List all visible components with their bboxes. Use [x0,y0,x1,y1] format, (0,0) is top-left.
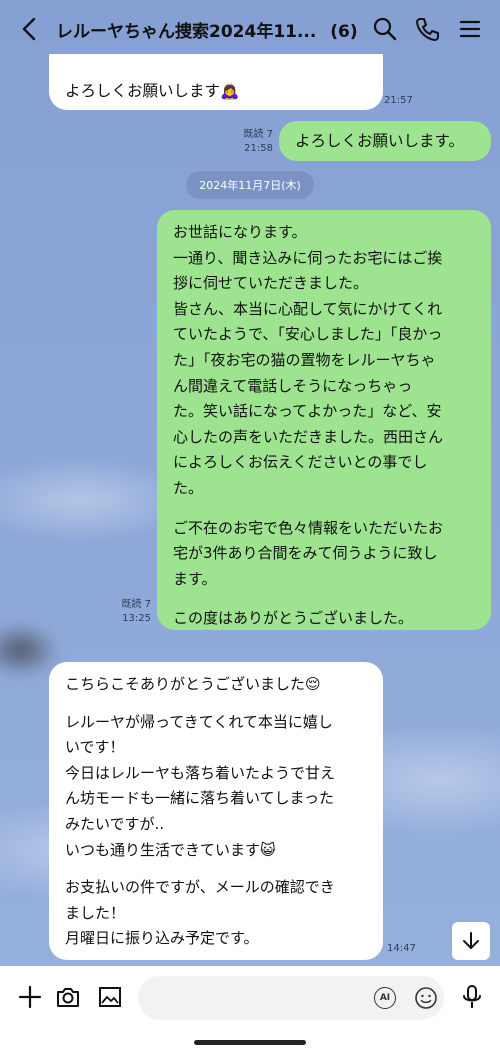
received-message-bubble[interactable]: よろしくお願いします🙇‍♀️ [49,54,383,110]
message-time: 21:58 [244,143,273,154]
menu-icon[interactable] [455,14,485,44]
chat-title-text: レルーヤちゃん捜索2024年11... [56,22,317,42]
date-separator: 2024年11月7日(木) [186,171,314,199]
read-receipt: 既読 7 21:58 [230,128,273,156]
message-paragraph: お支払いの件ですが、メールの確認でき ました！ 月曜日に振り込み予定です。 [65,878,335,948]
mic-icon[interactable] [458,983,486,1011]
home-indicator[interactable] [194,1040,306,1045]
message-text: よろしくお願いします🙇‍♀️ [65,82,240,100]
back-icon[interactable] [16,14,44,44]
message-paragraph: こちらこそありがとうございました😌 [65,675,321,693]
message-paragraph: お世話になります。 一通り、聞き込みに伺ったお宅にはご挨 拶に伺せていただきまし… [173,223,444,497]
chat-title: レルーヤちゃん捜索2024年11... (6) [56,17,358,42]
message-paragraph: この度はありがとうございました。 [173,609,414,628]
plus-icon[interactable] [16,983,44,1011]
received-message-bubble[interactable]: こちらこそありがとうございました😌 レルーヤが帰ってきてくれて本当に嬉し いです… [49,662,383,960]
arrow-down-icon [463,932,479,949]
scroll-to-bottom-button[interactable] [452,922,490,960]
emoji-icon[interactable] [414,986,438,1010]
message-time: 21:57 [384,95,413,106]
ai-icon[interactable]: AI [374,987,396,1009]
read-receipt: 既読 7 13:25 [108,598,151,626]
message-input[interactable]: AI [138,976,444,1020]
search-icon[interactable] [370,14,400,44]
image-icon[interactable] [96,983,124,1011]
message-paragraph: ご不在のお宅で色々情報をいただいたお 宅が3件あり合間をみて伺うように致し ます… [173,518,444,588]
message-text: よろしくお願いします。 [295,132,464,150]
chat-header: レルーヤちゃん捜索2024年11... (6) [0,0,500,58]
message-time: 14:47 [387,943,416,954]
camera-icon[interactable] [54,983,82,1011]
read-label: 既読 7 [121,599,151,610]
sent-message-bubble[interactable]: よろしくお願いします。 [279,121,491,161]
read-label: 既読 7 [243,129,273,140]
phone-icon[interactable] [412,14,442,44]
message-paragraph: レルーヤが帰ってきてくれて本当に嬉し いです！ 今日はレルーヤも落ち着いたようで… [65,712,336,859]
sent-message-bubble[interactable]: お世話になります。 一通り、聞き込みに伺ったお宅にはご挨 拶に伺せていただきまし… [157,210,491,630]
member-count: (6) [330,22,358,42]
date-label: 2024年11月7日(木) [199,179,301,192]
message-time: 13:25 [122,613,151,624]
ai-label: AI [379,993,391,1003]
